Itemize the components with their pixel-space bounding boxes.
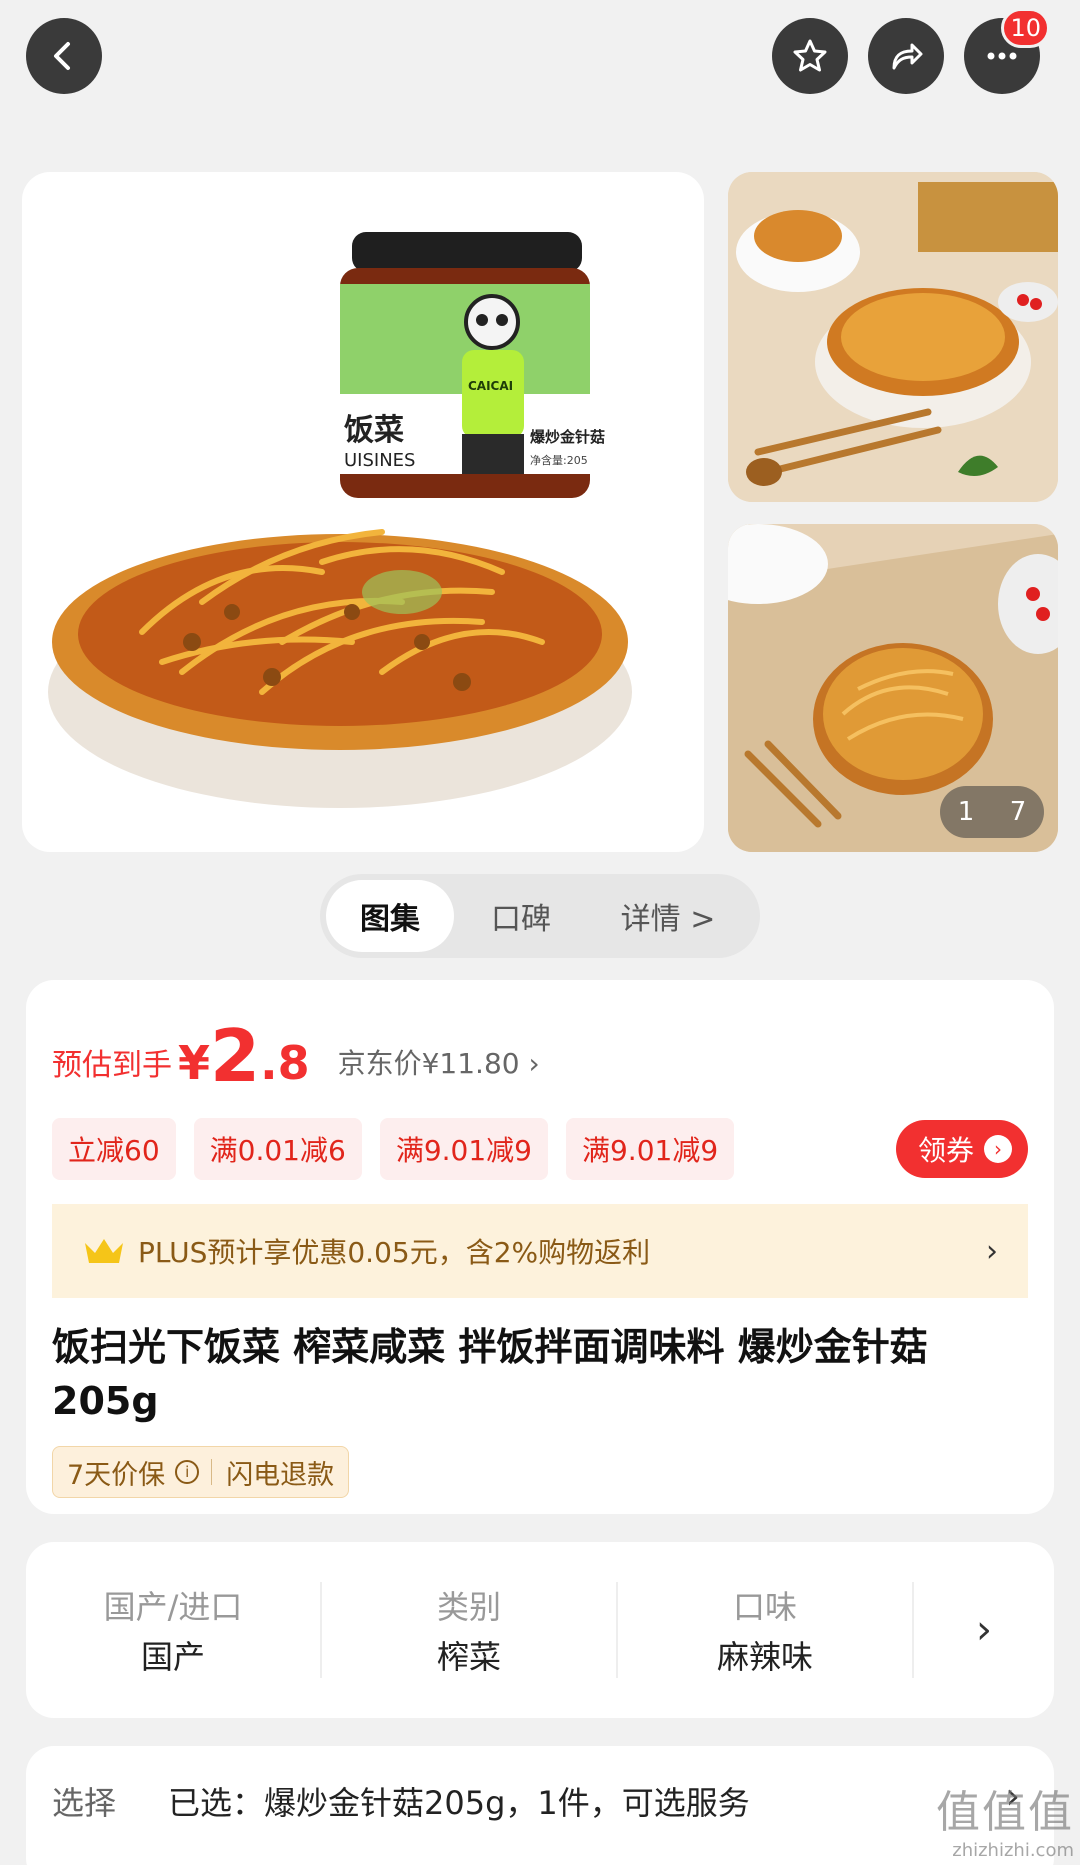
svg-text:净含量:205: 净含量:205: [530, 453, 588, 467]
star-icon: [793, 39, 827, 72]
coupon-tag[interactable]: 满9.01减9: [379, 1118, 548, 1180]
share-icon: [892, 43, 923, 70]
service-guarantee[interactable]: 7天价保 i 闪电退款: [52, 1446, 350, 1498]
chevron-right-icon[interactable]: ›: [914, 1607, 1054, 1653]
tab-details[interactable]: 详情 >: [588, 880, 748, 952]
coupon-tag[interactable]: 满9.01减9: [565, 1118, 735, 1180]
gallery-total: 7: [1009, 797, 1027, 827]
watermark: 值值值 zhizhizhi.com: [936, 1776, 1074, 1861]
coupon-tag[interactable]: 满0.01减6: [193, 1118, 362, 1180]
price-integer: 2: [210, 1014, 261, 1098]
price-card: 预估到手 ¥ 2 .8 京东价¥11.80 › 立减60 满0.01减6 满9.…: [26, 980, 1054, 1514]
spec-category: 类别 榨菜: [322, 1582, 618, 1678]
tab-gallery[interactable]: 图集: [326, 880, 454, 952]
divider: [211, 1459, 213, 1485]
favorite-button[interactable]: [772, 18, 848, 94]
svg-text:CAICAI: CAICAI: [468, 379, 513, 393]
watermark-logo: 值值值: [936, 1787, 1074, 1838]
gallery-thumbnail-2[interactable]: 1 7: [728, 524, 1058, 852]
selection-label: 选择: [52, 1784, 117, 1822]
spec-label: 类别: [436, 1588, 501, 1626]
get-coupon-label: 领券: [917, 1134, 974, 1167]
tab-reviews[interactable]: 口碑: [454, 880, 588, 952]
watermark-url: zhizhizhi.com: [952, 1840, 1074, 1861]
share-button[interactable]: [868, 18, 944, 94]
gallery-current-index: 1: [957, 797, 975, 827]
product-illustration: CAICAI 饭菜 UISINES 爆炒金针菇 净含量:205: [48, 232, 632, 808]
spec-value: 麻辣味: [716, 1638, 813, 1676]
svg-text:UISINES: UISINES: [344, 450, 415, 471]
price-protection-label: 7天价保: [67, 1459, 166, 1491]
info-icon[interactable]: i: [175, 1460, 200, 1484]
more-button[interactable]: 10: [964, 8, 1050, 94]
chevron-right-icon: ›: [986, 1233, 998, 1269]
spec-flavor: 口味 麻辣味: [618, 1582, 914, 1678]
specs-card[interactable]: 国产/进口 国产 类别 榨菜 口味 麻辣味 ›: [26, 1542, 1054, 1718]
spec-label: 口味: [732, 1588, 797, 1626]
price-decimal: .8: [260, 1036, 310, 1090]
coupon-tag[interactable]: 立减60: [52, 1118, 176, 1180]
content-tabs: 图集 口碑 详情 >: [320, 874, 760, 958]
spec-value: 榨菜: [436, 1638, 501, 1676]
spec-value: 国产: [140, 1638, 205, 1676]
spec-origin: 国产/进口 国产: [26, 1582, 322, 1678]
jd-price-link[interactable]: 京东价¥11.80 ›: [338, 1042, 540, 1082]
plus-benefit-text: PLUS预计享优惠0.05元，含2%购物返利: [138, 1236, 651, 1269]
chevron-left-icon: [54, 42, 70, 70]
chevron-right-icon: ›: [984, 1135, 1012, 1163]
product-title: 饭扫光下饭菜 榨菜咸菜 拌饭拌面调味料 爆炒金针菇 205g: [52, 1325, 928, 1423]
estimated-price-label: 预估到手: [52, 1048, 172, 1083]
fast-refund-label: 闪电退款: [226, 1459, 335, 1491]
gallery-thumbnail-1[interactable]: [728, 172, 1058, 502]
top-bar: 10: [0, 0, 1080, 150]
svg-text:爆炒金针菇: 爆炒金针菇: [530, 428, 605, 446]
gallery-counter: 1 7: [940, 786, 1044, 838]
coupon-list: 立减60 满0.01减6 满9.01减9 满9.01减9: [52, 1118, 735, 1180]
main-product-image[interactable]: CAICAI 饭菜 UISINES 爆炒金针菇 净含量:205: [22, 172, 704, 852]
thumbnail-illustration: [728, 172, 1058, 502]
selection-card[interactable]: 选择 已选：爆炒金针菇205g，1件，可选服务 ›: [26, 1746, 1054, 1865]
crown-icon: [85, 1239, 123, 1263]
notification-badge: 10: [1001, 8, 1050, 48]
plus-member-bar[interactable]: PLUS预计享优惠0.05元，含2%购物返利 ›: [52, 1204, 1028, 1298]
spec-label: 国产/进口: [103, 1588, 243, 1626]
price-row: 预估到手 ¥ 2 .8 京东价¥11.80 ›: [52, 1020, 540, 1092]
currency-symbol: ¥: [178, 1036, 211, 1090]
get-coupon-button[interactable]: 领券 ›: [895, 1120, 1028, 1178]
selection-value: 已选：爆炒金针菇205g，1件，可选服务: [168, 1784, 750, 1822]
svg-text:饭菜: 饭菜: [344, 413, 404, 448]
back-button[interactable]: [26, 18, 102, 94]
